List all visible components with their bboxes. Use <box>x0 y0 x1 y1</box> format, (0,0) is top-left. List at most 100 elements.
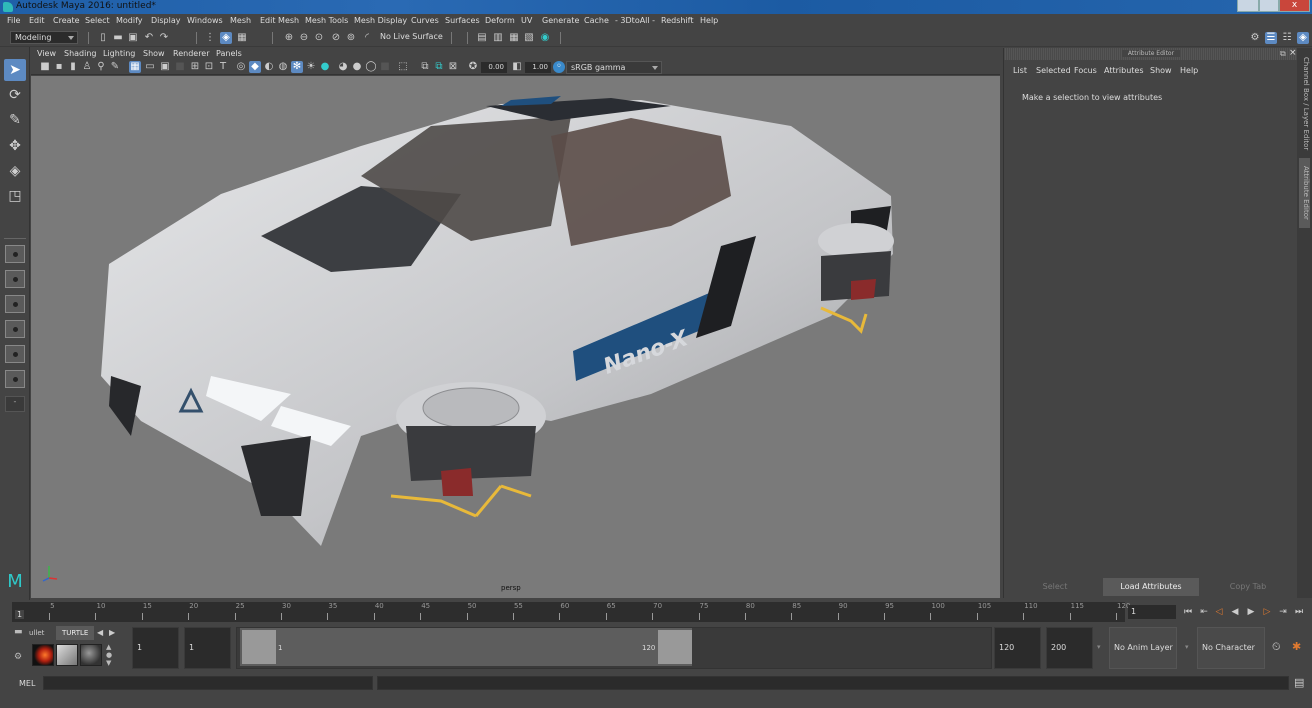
shelf-scroll-right-icon[interactable]: ▶ <box>109 628 115 637</box>
single-view-layout-button[interactable] <box>5 245 25 263</box>
screen-space-ao-icon[interactable]: ● <box>319 61 331 73</box>
gamma-field[interactable]: 1.00 <box>525 62 551 73</box>
resolution-gate-icon[interactable]: ▣ <box>159 61 171 73</box>
float-panel-icon[interactable]: ⧉ <box>1280 49 1286 59</box>
tab-attribute-editor[interactable]: Attribute Editor <box>1299 158 1310 228</box>
motion-blur-icon[interactable]: ◕ <box>337 61 349 73</box>
scale-tool-icon[interactable]: ◳ <box>4 185 26 207</box>
ae-menu-help[interactable]: Help <box>1180 66 1198 75</box>
render-frame-icon[interactable]: ▤ <box>476 32 488 44</box>
menu-generate[interactable]: Generate <box>542 16 579 25</box>
anti-aliasing-icon[interactable]: ● <box>351 61 363 73</box>
shelf-menu-icon[interactable]: ▬ <box>14 627 24 641</box>
panel-menu-shading[interactable]: Shading <box>64 49 97 58</box>
exposure-icon[interactable]: ✪ <box>467 61 479 73</box>
menu-redshift[interactable]: Redshift <box>661 16 693 25</box>
current-frame-field[interactable]: 1 <box>1128 605 1176 619</box>
turtle-render-icon[interactable] <box>32 644 54 666</box>
menu-curves[interactable]: Curves <box>411 16 439 25</box>
isolate-select-icon[interactable]: ⬚ <box>397 61 409 73</box>
panel-menu-view[interactable]: View <box>37 49 56 58</box>
gamma-icon[interactable]: ◧ <box>511 61 523 73</box>
time-ruler[interactable]: 1 5 10 15 20 25 30 35 40 45 50 55 60 65 70 75 80 85 90 95 1… <box>12 602 1130 622</box>
close-button[interactable]: x <box>1279 0 1310 12</box>
menu-display[interactable]: Display <box>151 16 181 25</box>
render-settings-icon[interactable]: ▦ <box>508 32 520 44</box>
menu-windows[interactable]: Windows <box>187 16 223 25</box>
field-chart-icon[interactable]: ⊞ <box>189 61 201 73</box>
menu-cache[interactable]: Cache <box>584 16 609 25</box>
menu-3dtoall[interactable]: - 3DtoAll - <box>615 16 655 25</box>
wireframe-icon[interactable]: ◎ <box>235 61 247 73</box>
step-back-frame-icon[interactable]: ◁ <box>1213 606 1225 618</box>
xray-active-icon[interactable]: ⧉ <box>433 61 445 73</box>
menu-mesh-display[interactable]: Mesh Display <box>354 16 407 25</box>
step-back-key-icon[interactable]: ⇤ <box>1198 606 1210 618</box>
grease-pencil-icon[interactable]: ✎ <box>109 61 121 73</box>
gate-mask-icon[interactable]: ■ <box>174 61 186 73</box>
hypershade-icon[interactable]: ▧ <box>523 32 535 44</box>
menuset-dropdown[interactable]: Modeling <box>10 31 78 44</box>
anim-layer-dropdown[interactable]: No Anim Layer <box>1109 627 1177 669</box>
tab-channel-box[interactable]: Channel Box / Layer Editor <box>1299 54 1310 154</box>
modeling-toolkit-icon[interactable]: ⚙ <box>1249 32 1261 44</box>
go-to-end-icon[interactable]: ⏭ <box>1293 606 1305 618</box>
ae-menu-attributes[interactable]: Attributes <box>1104 66 1144 75</box>
safe-action-icon[interactable]: ⊡ <box>203 61 215 73</box>
lasso-tool-icon[interactable]: ⟳ <box>4 84 26 106</box>
smooth-shade-icon[interactable]: ◆ <box>249 61 261 73</box>
animation-start-field[interactable]: 1 <box>132 627 179 669</box>
tool-settings-icon[interactable]: ☷ <box>1281 32 1293 44</box>
range-end-handle[interactable] <box>658 630 692 664</box>
auto-key-icon[interactable]: ⏲ <box>1272 640 1281 654</box>
select-by-hierarchy-icon[interactable]: ⋮ <box>204 32 216 44</box>
redo-icon[interactable]: ↷ <box>158 32 170 44</box>
step-forward-key-icon[interactable]: ⇥ <box>1277 606 1289 618</box>
maximize-button[interactable] <box>1259 0 1279 12</box>
snap-projected-icon[interactable]: ⊘ <box>330 32 342 44</box>
xray-icon[interactable]: ■ <box>379 61 391 73</box>
shelf-tab-turtle[interactable]: TURTLE <box>56 626 95 640</box>
exposure-field[interactable]: 0.00 <box>481 62 507 73</box>
animation-preferences-icon[interactable]: ✱ <box>1292 640 1301 653</box>
menu-uv[interactable]: UV <box>521 16 532 25</box>
menu-file[interactable]: File <box>7 16 20 25</box>
character-set-dropdown[interactable]: No Character Set <box>1197 627 1265 692</box>
character-set-dropdown-icon[interactable]: ▾ <box>1185 643 1189 651</box>
menu-create[interactable]: Create <box>53 16 80 25</box>
menu-modify[interactable]: Modify <box>116 16 143 25</box>
outliner-persp-layout-button[interactable] <box>5 345 25 363</box>
ae-menu-selected[interactable]: Selected <box>1036 66 1071 75</box>
open-scene-icon[interactable]: ▬ <box>112 32 124 44</box>
close-panel-icon[interactable]: × <box>1289 48 1297 58</box>
menu-mesh-tools[interactable]: Mesh Tools <box>305 16 348 25</box>
step-forward-frame-icon[interactable]: ▷ <box>1261 606 1273 618</box>
two-pane-side-layout-button[interactable] <box>5 295 25 313</box>
make-live-icon[interactable]: ◜ <box>361 32 373 44</box>
panel-menu-renderer[interactable]: Renderer <box>173 49 210 58</box>
shadows-icon[interactable]: ☀ <box>305 61 317 73</box>
current-time-marker[interactable]: 1 <box>15 610 25 619</box>
perspective-viewport[interactable]: Nano-X persp <box>31 76 1000 598</box>
attribute-editor-toggle-icon[interactable]: ☰ <box>1265 32 1277 44</box>
save-scene-icon[interactable]: ▣ <box>127 32 139 44</box>
use-all-lights-icon[interactable]: ✻ <box>291 61 303 73</box>
snap-point-icon[interactable]: ⊙ <box>313 32 325 44</box>
snap-grid-icon[interactable]: ⊕ <box>283 32 295 44</box>
ae-load-attributes-button[interactable]: Load Attributes <box>1103 578 1199 596</box>
paint-select-tool-icon[interactable]: ✎ <box>4 109 26 131</box>
safe-title-icon[interactable]: T <box>217 61 229 73</box>
play-forwards-icon[interactable]: ▶ <box>1245 606 1257 618</box>
xray-joints-icon[interactable]: ⧉ <box>419 61 431 73</box>
mel-command-input[interactable] <box>43 676 373 690</box>
animation-end-field[interactable]: 200 <box>1046 627 1093 669</box>
image-plane-icon[interactable]: ♙ <box>81 61 93 73</box>
turtle-settings-icon[interactable] <box>56 644 78 666</box>
menu-edit[interactable]: Edit <box>29 16 45 25</box>
select-tool-icon[interactable]: ➤ <box>4 59 26 81</box>
script-language-toggle[interactable]: MEL <box>19 679 35 688</box>
menu-mesh[interactable]: Mesh <box>230 16 251 25</box>
script-editor-icon[interactable]: ▤ <box>1294 676 1304 689</box>
ae-select-button[interactable]: Select <box>1008 578 1102 596</box>
ae-menu-show[interactable]: Show <box>1150 66 1172 75</box>
